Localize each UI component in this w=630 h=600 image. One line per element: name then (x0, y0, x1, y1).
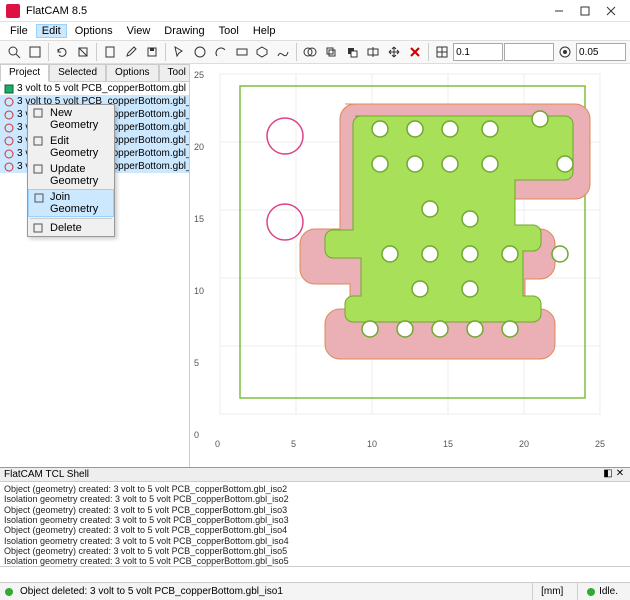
x-tick: 20 (519, 439, 529, 449)
shell-output[interactable]: Object (geometry) created: 3 volt to 5 v… (0, 482, 630, 566)
x-tick: 15 (443, 439, 453, 449)
menubar: FileEditOptionsViewDrawingToolHelp (0, 22, 630, 40)
snap-tolerance-input[interactable] (576, 43, 626, 61)
status-ok-icon (4, 587, 14, 597)
menu-item-icon (32, 163, 44, 175)
x-tick: 25 (595, 439, 605, 449)
geometry-icon (4, 136, 14, 146)
project-item-label: 3 volt to 5 volt PCB_copperBottom.gbl (17, 83, 186, 94)
y-tick: 5 (194, 358, 199, 368)
menu-item-label: Update Geometry (50, 163, 98, 187)
close-button[interactable] (598, 2, 624, 20)
x-tick: 0 (215, 439, 220, 449)
tab-options[interactable]: Options (106, 64, 158, 82)
geometry-icon (4, 97, 14, 107)
tab-project[interactable]: Project (0, 64, 49, 82)
edit-geometry-icon[interactable] (121, 42, 141, 62)
edit-menu-edit-geometry[interactable]: Edit Geometry (28, 133, 114, 161)
edit-menu-update-geometry[interactable]: Update Geometry (28, 161, 114, 189)
menu-item-icon (32, 107, 44, 119)
gerber-icon (4, 84, 14, 94)
geometry-icon (4, 123, 14, 133)
y-tick: 15 (194, 214, 204, 224)
replot-icon[interactable] (52, 42, 72, 62)
menu-tool[interactable]: Tool (213, 24, 245, 38)
side-tabs: ProjectSelectedOptionsTool (0, 64, 189, 82)
grid-icon[interactable] (432, 42, 452, 62)
y-tick: 0 (194, 430, 199, 440)
save-geometry-icon[interactable] (142, 42, 162, 62)
geometry-icon (4, 110, 14, 120)
menu-item-icon (32, 222, 44, 234)
y-tick: 10 (194, 286, 204, 296)
menu-file[interactable]: File (4, 24, 34, 38)
delete-icon[interactable] (405, 42, 425, 62)
menu-item-label: Edit Geometry (50, 135, 98, 159)
toolbar (0, 40, 630, 64)
tab-selected[interactable]: Selected (49, 64, 106, 82)
menu-drawing[interactable]: Drawing (158, 24, 210, 38)
edit-menu-join-geometry[interactable]: Join Geometry (28, 189, 114, 217)
maximize-button[interactable] (572, 2, 598, 20)
menu-edit[interactable]: Edit (36, 24, 67, 38)
geometry-icon (4, 162, 14, 172)
rectangle-icon[interactable] (232, 42, 252, 62)
snap-icon[interactable] (555, 42, 575, 62)
status-bar: Object deleted: 3 volt to 5 volt PCB_cop… (0, 582, 630, 600)
union-icon[interactable] (300, 42, 320, 62)
grid-y-input[interactable] (504, 43, 554, 61)
path-icon[interactable] (273, 42, 293, 62)
polygon-icon[interactable] (252, 42, 272, 62)
x-tick: 10 (367, 439, 377, 449)
cut-icon[interactable] (363, 42, 383, 62)
menu-view[interactable]: View (121, 24, 157, 38)
select-icon[interactable] (169, 42, 189, 62)
grid-x-input[interactable] (453, 43, 503, 61)
move-icon[interactable] (384, 42, 404, 62)
menu-options[interactable]: Options (69, 24, 119, 38)
shell-title: FlatCAM TCL Shell (4, 469, 89, 480)
menu-help[interactable]: Help (247, 24, 282, 38)
status-state: Idle. (599, 586, 618, 597)
shell-close-button[interactable]: ✕ (614, 469, 626, 481)
menu-item-label: Delete (50, 222, 82, 234)
new-geometry-icon[interactable] (100, 42, 120, 62)
clear-plot-icon[interactable] (73, 42, 93, 62)
zoom-fit-icon[interactable] (25, 42, 45, 62)
app-icon (6, 4, 20, 18)
zoom-in-icon[interactable] (4, 42, 24, 62)
minimize-button[interactable] (546, 2, 572, 20)
status-units: [mm] (532, 583, 571, 600)
menu-item-label: Join Geometry (50, 191, 98, 215)
tcl-shell-panel: FlatCAM TCL Shell ◧ ✕ Object (geometry) … (0, 467, 630, 582)
geometry-icon (4, 149, 14, 159)
menu-item-label: New Geometry (50, 107, 98, 131)
titlebar: FlatCAM 8.5 (0, 0, 630, 22)
x-tick: 5 (291, 439, 296, 449)
circle-icon[interactable] (190, 42, 210, 62)
status-message: Object deleted: 3 volt to 5 volt PCB_cop… (20, 586, 283, 597)
plot-canvas[interactable]: 0 5 10 15 20 25 0 5 10 15 20 25 (190, 64, 630, 467)
y-tick: 20 (194, 142, 204, 152)
project-item[interactable]: 3 volt to 5 volt PCB_copperBottom.gbl (0, 82, 189, 95)
pcb-plot (190, 64, 630, 444)
arc-icon[interactable] (211, 42, 231, 62)
shell-input[interactable] (0, 567, 630, 582)
menu-item-icon (33, 192, 45, 204)
tab-tool[interactable]: Tool (159, 64, 190, 82)
edit-menu-dropdown[interactable]: New Geometry Edit Geometry Update Geometry… (27, 104, 115, 237)
shell-float-button[interactable]: ◧ (602, 469, 614, 481)
status-idle-icon (586, 587, 596, 597)
app-title: FlatCAM 8.5 (26, 5, 546, 17)
intersection-icon[interactable] (321, 42, 341, 62)
subtract-icon[interactable] (342, 42, 362, 62)
menu-item-icon (32, 135, 44, 147)
edit-menu-new-geometry[interactable]: New Geometry (28, 105, 114, 133)
edit-menu-delete[interactable]: Delete (28, 220, 114, 236)
y-tick: 25 (194, 70, 204, 80)
